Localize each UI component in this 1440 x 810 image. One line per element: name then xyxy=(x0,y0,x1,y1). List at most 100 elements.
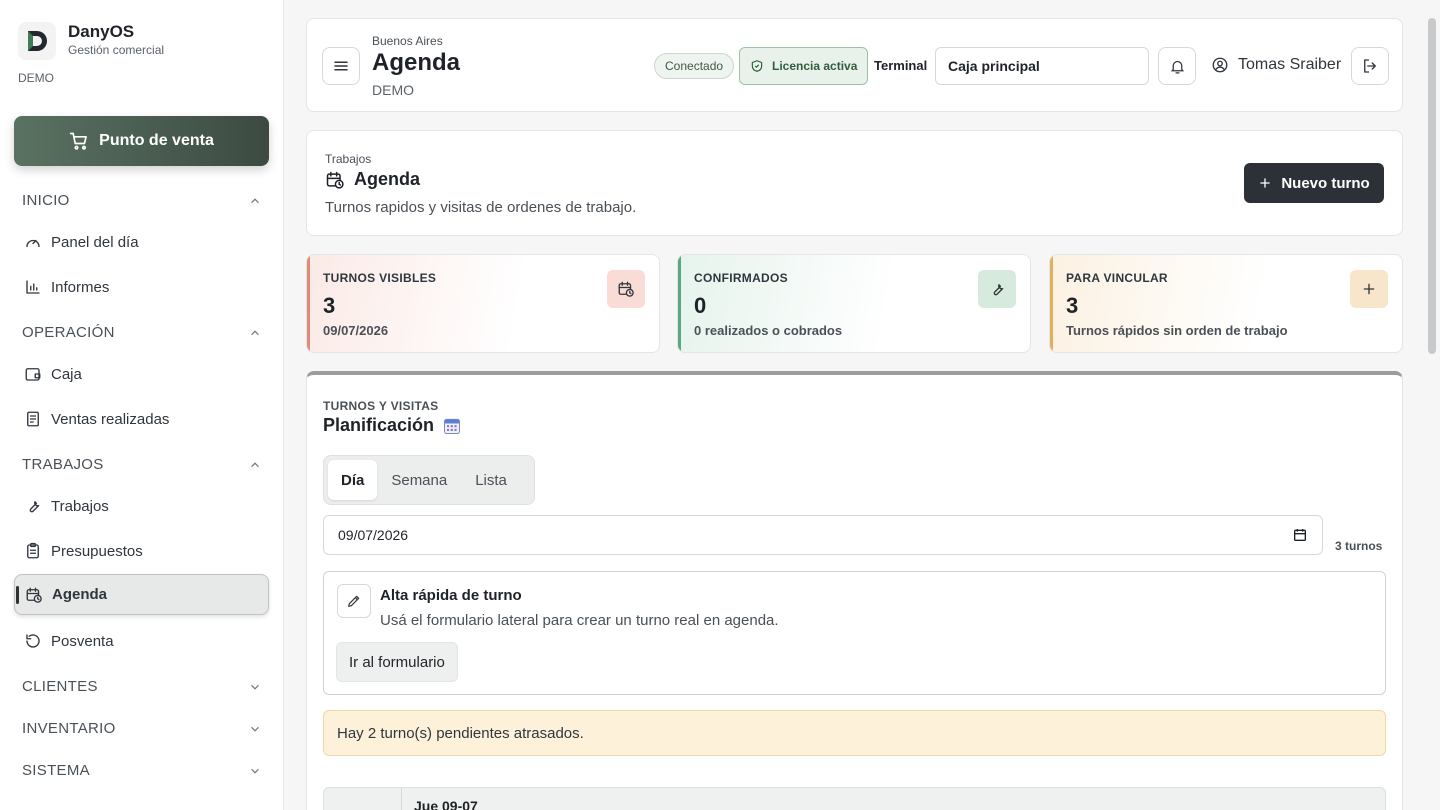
date-value: 09/07/2026 xyxy=(338,527,409,543)
gauge-icon xyxy=(26,239,40,248)
receipt-icon xyxy=(27,411,39,427)
section-trabajos[interactable]: TRABAJOS xyxy=(22,456,262,473)
sidebar-item-informes[interactable]: Informes xyxy=(24,275,264,299)
section-operacion[interactable]: OPERACIÓN xyxy=(22,324,262,341)
sidebar-item-label: Presupuestos xyxy=(51,542,143,560)
chevron-down-icon xyxy=(251,768,259,774)
sidebar-item-label: Agenda xyxy=(52,586,108,603)
breadcrumb: Trabajos xyxy=(325,152,372,166)
stat-label: CONFIRMADOS xyxy=(694,271,788,285)
logout-button[interactable] xyxy=(1351,47,1389,85)
tab-dia[interactable]: Día xyxy=(328,460,378,500)
brand-name: DanyOS xyxy=(68,22,135,41)
sidebar-item-presupuestos[interactable]: Presupuestos xyxy=(24,539,264,563)
agenda-header-card: Trabajos Agenda Turnos rapidos y visitas… xyxy=(306,130,1403,236)
license-badge: Licencia activa xyxy=(739,47,869,85)
overdue-alert: Hay 2 turno(s) pendientes atrasados. xyxy=(323,710,1386,756)
wrench-icon xyxy=(29,501,40,513)
calendar-clock-icon xyxy=(26,587,42,603)
day-label: Jue 09-07 xyxy=(414,798,478,810)
notifications-button[interactable] xyxy=(1158,47,1196,85)
go-to-form-button[interactable]: Ir al formulario xyxy=(336,642,458,682)
brand[interactable]: DanyOS Gestión comercial xyxy=(18,22,164,60)
page-title: Agenda xyxy=(372,49,461,76)
section-title-text: Agenda xyxy=(354,169,421,189)
section-inicio[interactable]: INICIO xyxy=(22,192,262,209)
stat-subtext: 0 realizados o cobrados xyxy=(694,323,843,338)
day-column-header: Jue 09-07 xyxy=(323,787,1386,810)
sidebar-item-trabajos[interactable]: Trabajos xyxy=(24,494,264,518)
section-label: INVENTARIO xyxy=(22,720,116,737)
stat-label: PARA VINCULAR xyxy=(1066,271,1168,285)
quick-add-title: Alta rápida de turno xyxy=(380,587,522,604)
section-label: TRABAJOS xyxy=(22,456,104,473)
section-label: OPERACIÓN xyxy=(22,324,115,341)
brand-subtitle: Gestión comercial xyxy=(68,43,165,57)
stat-value: 0 xyxy=(694,293,707,318)
stat-value: 3 xyxy=(1066,293,1079,318)
clipboard-icon xyxy=(27,542,39,559)
date-input[interactable]: 09/07/2026 xyxy=(323,515,1323,555)
chevron-down-icon xyxy=(251,726,259,732)
sidebar: DanyOS Gestión comercial DEMO Punto de v… xyxy=(0,0,284,810)
wallet-icon xyxy=(25,368,41,381)
tab-lista[interactable]: Lista xyxy=(461,460,521,500)
sidebar-item-label: Posventa xyxy=(51,632,114,650)
logout-icon xyxy=(1364,59,1376,73)
city-label: Buenos Aires xyxy=(372,34,443,48)
sidebar-item-posventa[interactable]: Posventa xyxy=(24,629,264,653)
quick-add-card: Alta rápida de turno Usá el formulario l… xyxy=(323,571,1386,695)
wrench-icon xyxy=(978,270,1016,308)
plus-icon xyxy=(1260,178,1271,188)
page-scrollbar[interactable] xyxy=(1428,18,1436,354)
stat-subtext: Turnos rápidos sin orden de trabajo xyxy=(1066,323,1288,338)
planning-title: Planificación xyxy=(323,415,462,436)
calendar-clock-icon xyxy=(326,171,344,189)
bar-chart-icon xyxy=(26,280,40,294)
section-inventario[interactable]: INVENTARIO xyxy=(22,720,262,737)
calendar-clock-icon xyxy=(607,270,645,308)
user-menu[interactable]: Tomas Sraiber xyxy=(1211,56,1341,74)
chevron-up-icon xyxy=(251,461,259,467)
section-label: INICIO xyxy=(22,192,70,209)
stat-card-visible: TURNOS VISIBLES 3 09/07/2026 xyxy=(306,254,660,353)
chevron-down-icon xyxy=(251,684,259,690)
section-label: SISTEMA xyxy=(22,762,90,779)
planning-kicker: TURNOS Y VISITAS xyxy=(323,399,439,413)
sidebar-item-label: Trabajos xyxy=(51,497,109,515)
menu-toggle-button[interactable] xyxy=(322,47,360,85)
planning-panel: TURNOS Y VISITAS Planificación Día Seman… xyxy=(306,371,1403,810)
section-label: CLIENTES xyxy=(22,678,98,695)
section-sistema[interactable]: SISTEMA xyxy=(22,762,262,779)
tab-semana[interactable]: Semana xyxy=(377,460,461,500)
stat-card-confirmed: CONFIRMADOS 0 0 realizados o cobrados xyxy=(677,254,1031,353)
section-clientes[interactable]: CLIENTES xyxy=(22,678,262,695)
sidebar-item-ventas[interactable]: Ventas realizadas xyxy=(24,407,264,431)
quick-add-description: Usá el formulario lateral para crear un … xyxy=(380,612,779,629)
section-description: Turnos rapidos y visitas de ordenes de t… xyxy=(325,199,637,216)
sidebar-item-panel[interactable]: Panel del día xyxy=(24,230,264,254)
terminal-select[interactable]: Caja principal xyxy=(935,47,1149,85)
point-of-sale-button[interactable]: Punto de venta xyxy=(14,116,269,166)
sidebar-item-caja[interactable]: Caja xyxy=(24,362,264,386)
chevron-up-icon xyxy=(251,329,259,335)
sidebar-item-agenda[interactable]: Agenda xyxy=(14,574,269,615)
calendar-emoji-icon xyxy=(444,418,461,434)
calendar-icon[interactable] xyxy=(1292,527,1308,543)
hamburger-icon xyxy=(334,61,348,71)
stat-subtext: 09/07/2026 xyxy=(323,323,389,338)
point-of-sale-label: Punto de venta xyxy=(99,132,214,149)
appointment-count: 3 turnos xyxy=(1335,539,1383,553)
cart-icon xyxy=(69,132,88,150)
environment-label: DEMO xyxy=(18,71,54,85)
planning-title-text: Planificación xyxy=(323,415,435,435)
stat-card-to-link: PARA VINCULAR 3 Turnos rápidos sin orden… xyxy=(1049,254,1403,353)
new-appointment-button[interactable]: Nuevo turno xyxy=(1244,163,1384,203)
user-name: Tomas Sraiber xyxy=(1238,56,1342,73)
plus-icon xyxy=(1350,270,1388,308)
sidebar-item-label: Panel del día xyxy=(51,233,139,251)
view-tabs: Día Semana Lista xyxy=(323,455,535,505)
stat-value: 3 xyxy=(323,293,336,318)
bell-icon xyxy=(1170,60,1184,74)
stat-label: TURNOS VISIBLES xyxy=(323,271,437,285)
